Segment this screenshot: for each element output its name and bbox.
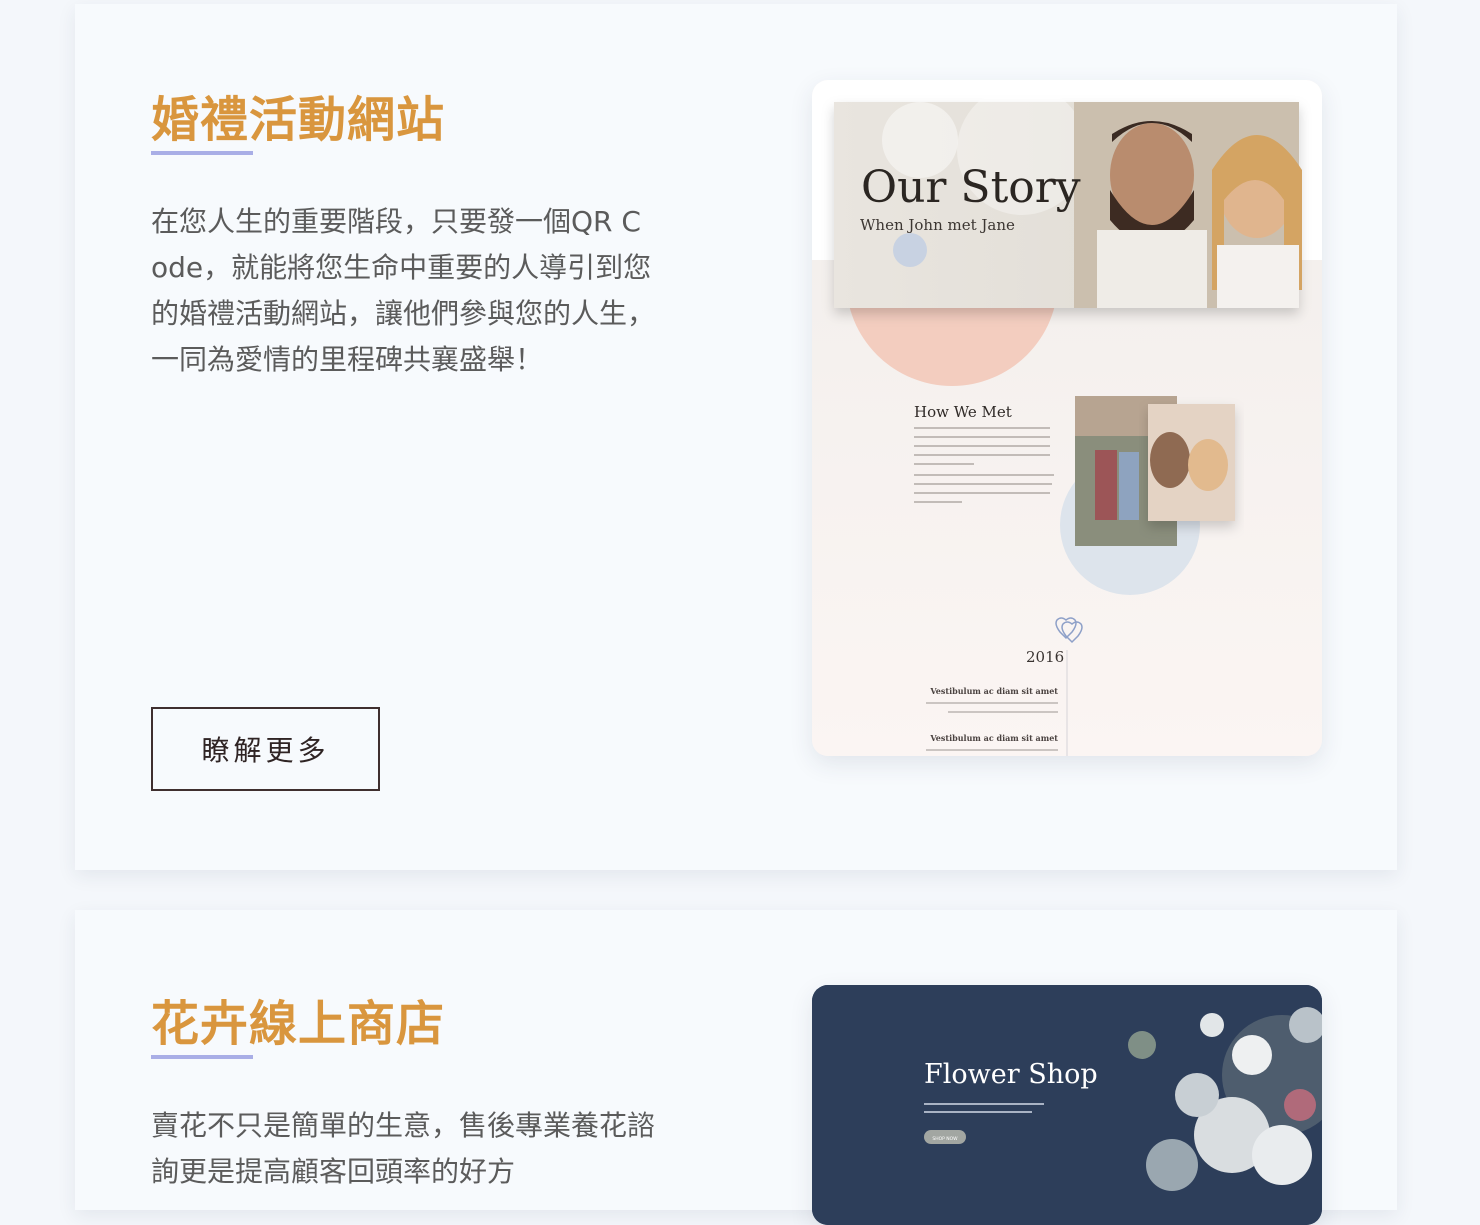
section-description: 賣花不只是簡單的生意，售後專業養花諮詢更是提高顧客回頭率的好方 (151, 1109, 656, 1188)
timeline-item-1: Vestibulum ac diam sit amet (929, 686, 1058, 696)
wedding-site-card: 婚禮活動網站 在您人生的重要階段，只要發一個QR Code，就能將您生命中重要的… (75, 4, 1397, 870)
how-we-met-heading: How We Met (914, 403, 1012, 421)
learn-more-button[interactable]: 瞭解更多 (151, 707, 380, 791)
flower-hero-title: Flower Shop (924, 1059, 1098, 1090)
hero-subtitle: When John met Jane (860, 216, 1015, 234)
flower-shop-preview[interactable]: Flower Shop SHOP NOW (812, 985, 1322, 1225)
hero-title: Our Story (861, 162, 1081, 213)
section-title: 婚禮活動網站 (151, 92, 446, 148)
timeline-item-2: Vestibulum ac diam sit amet (929, 733, 1058, 743)
wedding-preview-graphic: Our Story When John met Jane How We Met (812, 80, 1322, 756)
title-underline (151, 1055, 253, 1059)
title-underline (151, 151, 253, 155)
shop-now-label: SHOP NOW (932, 1136, 958, 1142)
timeline-year: 2016 (1026, 648, 1064, 666)
section-description: 在您人生的重要階段，只要發一個QR Code，就能將您生命中重要的人導引到您的婚… (151, 205, 656, 376)
section-title: 花卉線上商店 (151, 996, 446, 1052)
flower-preview-graphic: Flower Shop SHOP NOW (812, 985, 1322, 1225)
wedding-site-preview[interactable]: Our Story When John met Jane How We Met (812, 80, 1322, 756)
flower-shop-card: 花卉線上商店 賣花不只是簡單的生意，售後專業養花諮詢更是提高顧客回頭率的好方 F… (75, 910, 1397, 1225)
